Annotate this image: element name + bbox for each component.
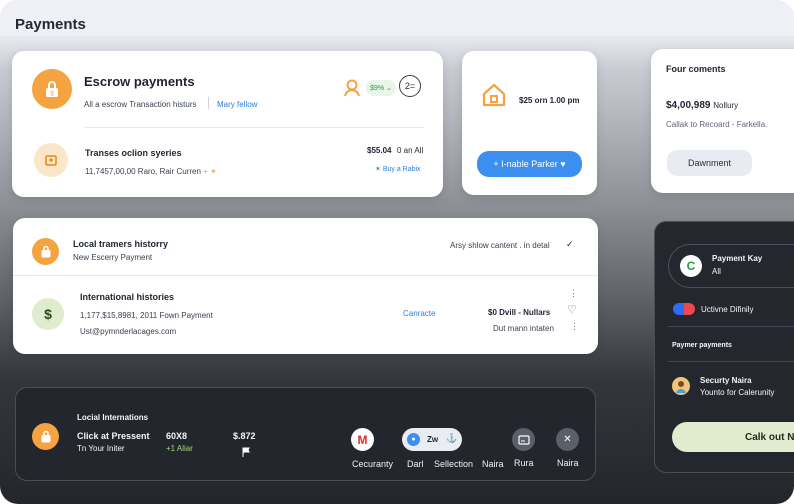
app-frame: Payments $ Escrow payments All a escrow …: [0, 0, 794, 504]
intl-sub1: 1,177,$15,8981, 2011 Fown Payment: [80, 311, 213, 320]
divider: [668, 326, 794, 327]
bag-icon: [32, 238, 59, 265]
gmail-icon[interactable]: M: [351, 428, 374, 451]
toggle-switch[interactable]: [673, 303, 695, 315]
enable-parker-button[interactable]: + I-nable Parker ♥: [477, 151, 582, 177]
more-icon[interactable]: ⋮: [569, 288, 578, 299]
user-sub: Younto for Calerunity: [700, 388, 775, 397]
history-note: Arsy shlow cantent . in detal: [450, 241, 550, 250]
schedule-time: $25 orn 1.00 pm: [519, 96, 580, 105]
screen-icon[interactable]: [512, 428, 535, 451]
avatar: [672, 377, 690, 395]
buy-rabix-link[interactable]: ✶ Buy a Rabix: [375, 165, 421, 173]
intl-title: International histories: [80, 292, 175, 302]
history-card: Local tramers historry New Escerry Payme…: [13, 218, 598, 354]
escrow-subtitle: All a escrow Transaction histurs: [84, 100, 197, 109]
bottom-title: Locial Internations: [77, 413, 149, 422]
transactions-amount-note: 0 an All: [397, 146, 424, 155]
more-icon[interactable]: ⋮: [570, 321, 579, 332]
payment-key-sub: All: [712, 267, 721, 276]
anchor-icon[interactable]: ⚓: [446, 433, 457, 444]
pill-text: Zw: [427, 435, 439, 444]
checkout-button[interactable]: Calk out Ne: [672, 422, 794, 452]
stat1-sub: +1 Aliar: [166, 444, 193, 453]
mary-fellow-link[interactable]: Mary fellow: [217, 100, 257, 109]
payer-section-title: Paymer payments: [672, 342, 732, 349]
bag-icon: [32, 423, 59, 450]
intl-amount: $0 Dvill - Nullars: [488, 308, 551, 317]
transactions-title: Transes oclion syeries: [85, 148, 182, 158]
divider: [668, 361, 794, 362]
app-label: Naira: [482, 459, 504, 469]
comments-card: Four coments $4,00,989 Nollury Callak to…: [651, 49, 794, 193]
dollar-icon: $: [32, 298, 64, 330]
page-title: Payments: [15, 16, 86, 33]
payment-key-title: Payment Kay: [712, 254, 763, 263]
flag-icon: [241, 444, 251, 457]
stat1-value: 60X8: [166, 431, 188, 441]
shield-icon[interactable]: ●: [407, 433, 420, 446]
toggle-label: Uctivne Difinily: [701, 305, 754, 314]
intl-sub2: Ust@pymnderlacages.com: [80, 327, 177, 336]
intl-note: Dut mann intaten: [493, 324, 554, 333]
contract-link[interactable]: Canracte: [403, 309, 435, 318]
percent-badge[interactable]: $9% ⌄: [366, 80, 396, 96]
transfer-icon: [34, 143, 68, 177]
app-label: Cecuranty: [352, 459, 394, 469]
divider: [208, 97, 209, 109]
check-icon[interactable]: ✓: [566, 239, 574, 250]
user-name: Securty Naira: [700, 376, 752, 385]
comments-title: Four coments: [666, 64, 726, 74]
app-label: Darl: [407, 459, 424, 469]
side-panel: C Payment Kay All Uctivne Difinily Payme…: [654, 221, 794, 473]
heart-icon[interactable]: ♡: [567, 303, 577, 316]
divider: [13, 275, 598, 276]
escrow-card: $ Escrow payments All a escrow Transacti…: [12, 51, 443, 197]
person-icon[interactable]: [344, 79, 360, 97]
history-subtitle: New Escerry Payment: [73, 253, 153, 262]
app-label: Rura: [514, 458, 534, 468]
comments-note: Callak to Recoard - Farkella.: [666, 120, 768, 129]
c-logo-icon: C: [680, 255, 702, 277]
bottom-line2: Tn Your Initer: [77, 444, 125, 453]
tools-icon[interactable]: ✕: [556, 428, 579, 451]
schedule-card: $25 orn 1.00 pm + I-nable Parker ♥: [462, 51, 597, 195]
app-label: Sellection: [434, 459, 474, 469]
transactions-sub: 11,7457,00,00 Raro, Rair Curren + ✶: [85, 167, 217, 176]
lock-icon: $: [32, 69, 72, 109]
bottom-card: Locial Internations Click at Pressent Tn…: [15, 387, 596, 481]
history-title: Local tramers historry: [73, 239, 169, 249]
divider: [84, 127, 424, 128]
stat2-value: $.872: [233, 431, 256, 441]
bottom-line1: Click at Pressent: [77, 431, 150, 441]
app-label: Naira: [557, 458, 579, 468]
comments-amount: $4,00,989 Nollury: [666, 100, 739, 111]
transactions-amount: $55.04: [367, 146, 392, 155]
top-header: Payments: [0, 0, 794, 36]
escrow-title: Escrow payments: [84, 74, 195, 89]
download-button[interactable]: Dawnment: [667, 150, 752, 176]
home-icon: [480, 81, 508, 109]
counter-button[interactable]: 2=: [399, 75, 421, 97]
